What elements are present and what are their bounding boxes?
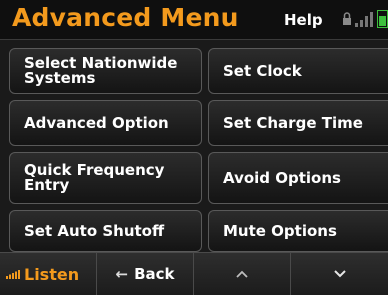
help-button[interactable]: Help xyxy=(284,11,323,29)
bottom-toolbar: Listen ← Back xyxy=(0,252,388,295)
signal-strength-icon xyxy=(6,269,20,279)
back-arrow-icon: ← xyxy=(115,265,129,283)
button-label: Set Auto Shutoff xyxy=(24,221,165,240)
scroll-down-button[interactable] xyxy=(291,253,388,295)
button-label: Mute Options xyxy=(223,221,337,240)
button-label: Set Charge Time xyxy=(223,113,363,132)
set-charge-time-button[interactable]: Set Charge Time xyxy=(208,100,388,146)
battery-icon xyxy=(377,10,388,28)
button-label: Avoid Options xyxy=(223,168,341,187)
set-clock-button[interactable]: Set Clock xyxy=(208,48,388,94)
page-title: Advanced Menu xyxy=(12,3,239,32)
signal-strength-icon xyxy=(355,12,373,27)
button-label: Advanced Option xyxy=(24,113,169,132)
header-bar: Advanced Menu Help xyxy=(0,0,388,40)
scroll-up-button[interactable] xyxy=(194,253,291,295)
chevron-down-icon xyxy=(333,270,346,278)
back-label: Back xyxy=(134,265,175,283)
listen-button[interactable]: Listen xyxy=(0,253,97,295)
select-nationwide-systems-button[interactable]: Select Nationwide Systems xyxy=(9,48,202,94)
button-label: Select Nationwide Systems xyxy=(24,54,178,87)
back-button[interactable]: ← Back xyxy=(97,253,194,295)
mute-options-button[interactable]: Mute Options xyxy=(208,210,388,252)
menu-grid: Select Nationwide Systems Set Clock Adva… xyxy=(0,40,388,252)
advanced-option-button[interactable]: Advanced Option xyxy=(9,100,202,146)
chevron-up-icon xyxy=(236,270,248,278)
button-label: Quick Frequency Entry xyxy=(24,161,165,194)
listen-label: Listen xyxy=(24,264,80,284)
button-label: Set Clock xyxy=(223,61,302,80)
lock-icon xyxy=(343,12,351,25)
avoid-options-button[interactable]: Avoid Options xyxy=(208,152,388,204)
set-auto-shutoff-button[interactable]: Set Auto Shutoff xyxy=(9,210,202,252)
quick-frequency-entry-button[interactable]: Quick Frequency Entry xyxy=(9,152,202,204)
